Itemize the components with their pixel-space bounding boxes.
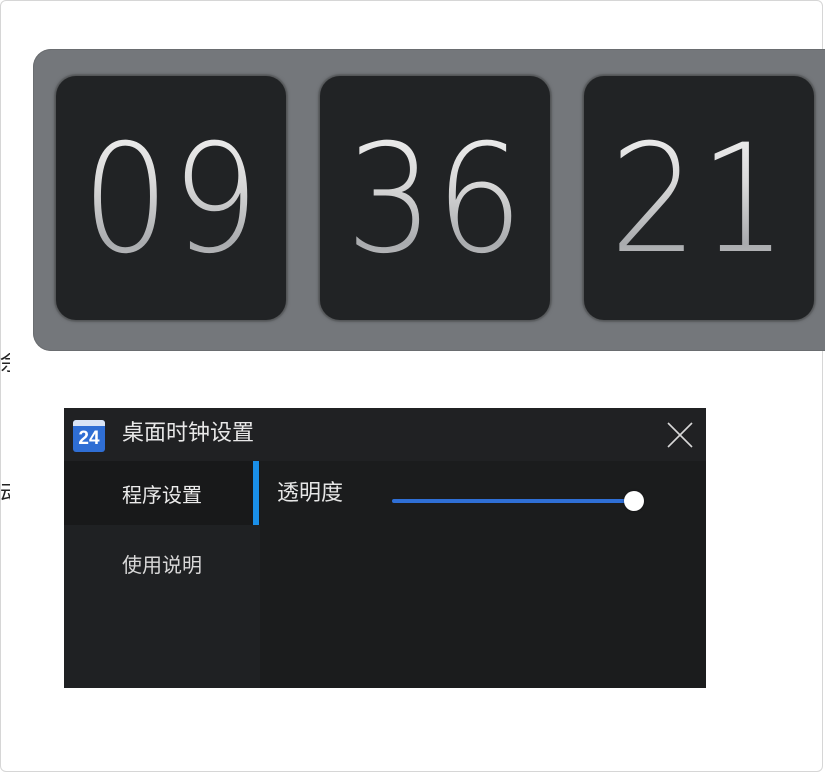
title-bar: 24 桌面时钟设置 — [64, 408, 706, 461]
seconds-digits: 21 — [609, 113, 789, 287]
calendar-icon-header — [73, 420, 105, 426]
slider-track-fill — [392, 499, 634, 503]
hours-card: 09 — [56, 76, 286, 320]
minutes-card: 36 — [320, 76, 550, 320]
nav-item-program-settings[interactable]: 程序设置 — [64, 461, 260, 525]
opacity-label: 透明度 — [277, 481, 344, 506]
calendar-app-icon: 24 — [73, 420, 105, 452]
slider-thumb[interactable] — [624, 491, 644, 511]
sidebar-nav: 程序设置 使用说明 — [64, 461, 260, 688]
nav-item-label: 程序设置 — [122, 482, 202, 507]
settings-content: 透明度 — [260, 461, 706, 688]
side-text-fragment: 余 — [0, 353, 10, 375]
close-button[interactable] — [664, 419, 696, 451]
side-text-fragment: 动 — [0, 484, 10, 506]
settings-window: 24 桌面时钟设置 程序设置 使用说明 透明度 — [64, 408, 706, 688]
minutes-digits: 36 — [345, 113, 525, 287]
seconds-card: 21 — [584, 76, 814, 320]
nav-item-label: 使用说明 — [122, 552, 202, 577]
flip-clock: 09 36 21 — [33, 49, 825, 351]
window-title: 桌面时钟设置 — [122, 421, 255, 446]
close-icon — [667, 422, 693, 448]
active-nav-indicator — [253, 461, 259, 525]
hours-digits: 09 — [81, 113, 261, 287]
nav-item-usage-guide[interactable]: 使用说明 — [64, 531, 260, 595]
app-icon-number: 24 — [78, 428, 100, 449]
opacity-slider[interactable] — [392, 491, 644, 511]
